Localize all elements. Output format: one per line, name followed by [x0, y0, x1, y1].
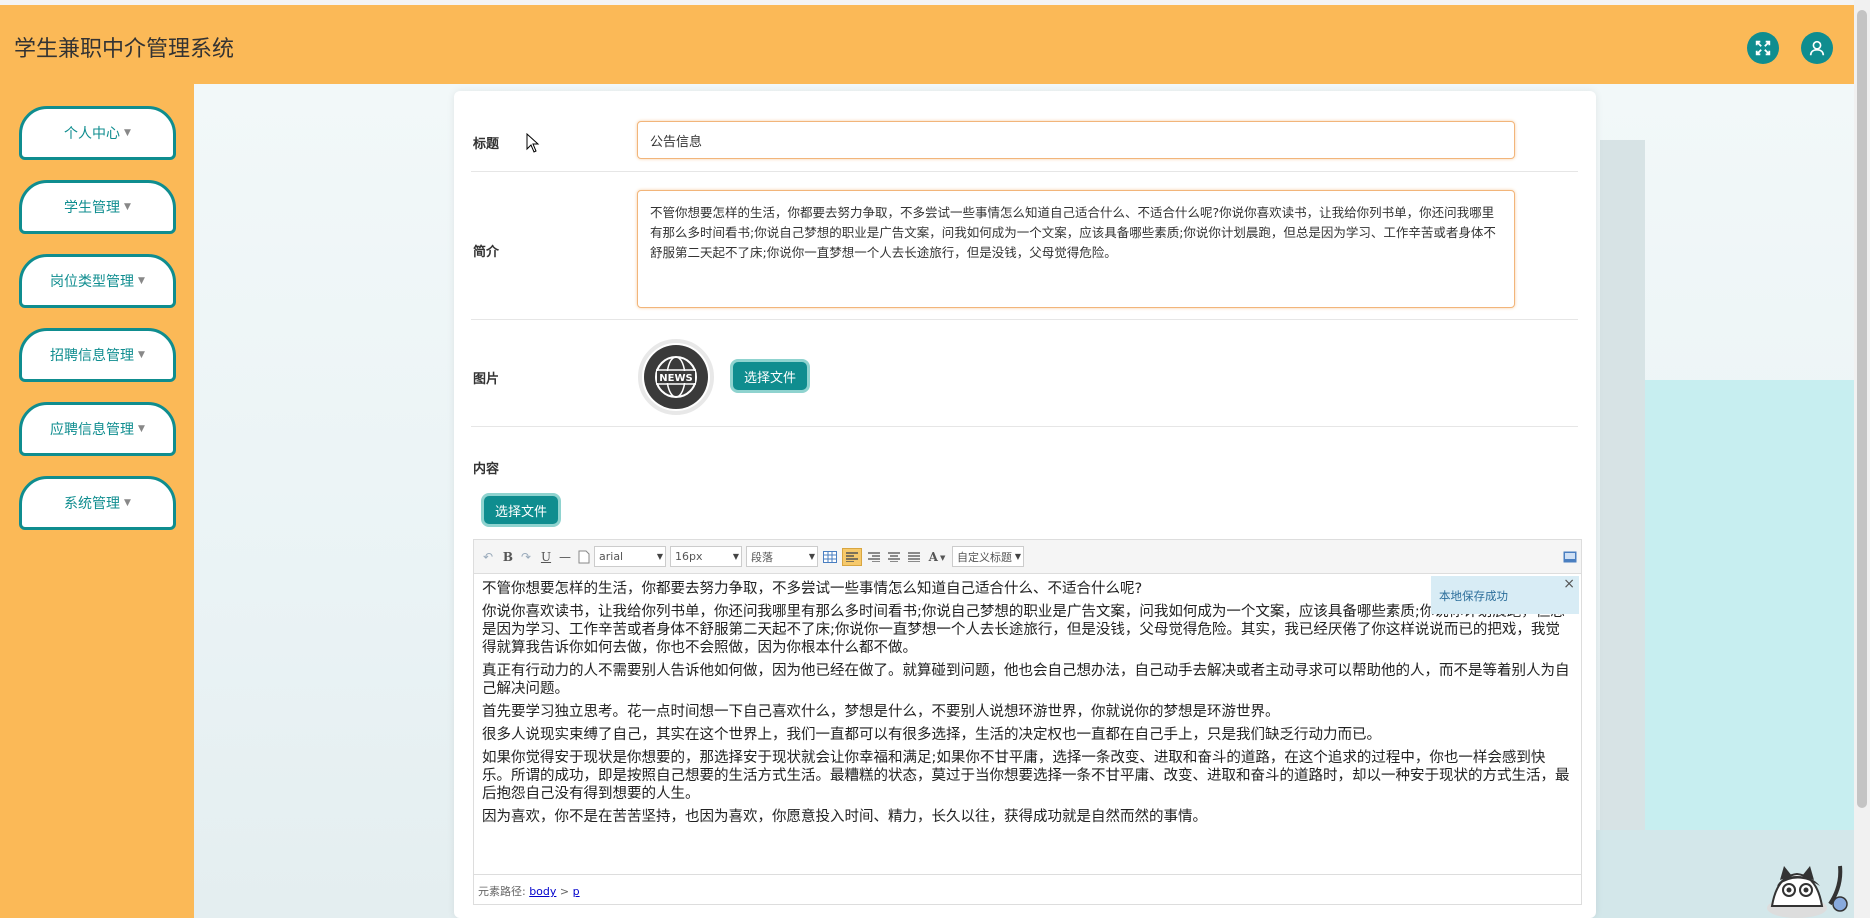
- image-preview: NEWS: [638, 339, 714, 415]
- caret-down-icon: ▼: [138, 350, 145, 360]
- sidebar-item-student-management[interactable]: 学生管理 ▼: [19, 180, 176, 234]
- font-family-select[interactable]: arial ▼: [594, 546, 666, 567]
- horizontal-rule-icon[interactable]: —: [556, 548, 574, 566]
- dropdown-arrow-icon: ▼: [808, 552, 815, 561]
- title-label: 标题: [473, 137, 500, 152]
- path-separator: >: [556, 885, 573, 898]
- redo-icon[interactable]: ↷: [518, 548, 534, 566]
- image-label: 图片: [473, 372, 500, 387]
- align-center-icon[interactable]: [886, 548, 902, 566]
- align-justify-icon[interactable]: [906, 548, 922, 566]
- editor-content[interactable]: 不管你想要怎样的生活，你都要去努力争取，不多尝试一些事情怎么知道自己适合什么、不…: [474, 574, 1581, 874]
- content-paragraph: 首先要学习独立思考。花一点时间想一下自己喜欢什么，梦想是什么，不要别人说想环游世…: [482, 704, 1280, 720]
- intro-textarea[interactable]: 不管你想要怎样的生活，你都要去努力争取，不多尝试一些事情怎么知道自己适合什么、不…: [637, 190, 1515, 308]
- path-body-link[interactable]: body: [529, 885, 556, 898]
- sidebar-item-job-type-management[interactable]: 岗位类型管理 ▼: [19, 254, 176, 308]
- divider: [471, 319, 1578, 320]
- caret-down-icon: ▼: [124, 498, 131, 508]
- new-document-icon[interactable]: [576, 548, 592, 566]
- sidebar-item-label: 应聘信息管理: [50, 422, 135, 438]
- sidebar-item-label: 岗位类型管理: [50, 274, 135, 290]
- content-paragraph: 不管你想要怎样的生活，你都要去努力争取，不多尝试一些事情怎么知道自己适合什么、不…: [482, 581, 1143, 597]
- path-label: 元素路径:: [478, 885, 530, 898]
- content-paragraph: 真正有行动力的人不需要别人告诉他如何做，因为他已经在做了。就算碰到问题，他也会自…: [482, 663, 1570, 697]
- choose-image-button[interactable]: 选择文件: [730, 359, 810, 393]
- custom-title-value: 自定义标题: [957, 550, 1012, 564]
- close-icon[interactable]: ×: [1563, 576, 1575, 592]
- path-p-link[interactable]: p: [573, 885, 580, 898]
- editor-toolbar: ↶ B ↷ U — arial ▼ 16px ▼ 段落 ▼ A ▼ 自定义标题 …: [474, 540, 1581, 574]
- fullscreen-editor-icon[interactable]: [1562, 548, 1578, 566]
- save-success-tip: 本地保存成功 ×: [1431, 576, 1579, 614]
- undo-icon[interactable]: ↶: [480, 548, 496, 566]
- custom-title-select[interactable]: 自定义标题 ▼: [952, 546, 1024, 567]
- dropdown-arrow-icon: ▼: [1014, 552, 1021, 561]
- content-paragraph: 你说你喜欢读书，让我给你列书单，你还问我哪里有那么多时间看书;你说自己梦想的职业…: [482, 604, 1565, 656]
- mouse-cursor-icon: [526, 133, 540, 153]
- sidebar: 个人中心 ▼ 学生管理 ▼ 岗位类型管理 ▼ 招聘信息管理 ▼ 应聘信息管理 ▼ 系统管理…: [0, 84, 194, 918]
- paragraph-value: 段落: [751, 550, 773, 564]
- sidebar-item-system-management[interactable]: 系统管理 ▼: [19, 476, 176, 530]
- caret-down-icon: ▼: [124, 128, 131, 138]
- content-choose-file-button[interactable]: 选择文件: [481, 493, 561, 527]
- bold-button[interactable]: B: [500, 548, 516, 566]
- news-globe-icon: NEWS: [644, 345, 708, 409]
- fullscreen-icon[interactable]: [1747, 32, 1779, 64]
- title-input[interactable]: [637, 121, 1515, 159]
- dropdown-arrow-icon: ▼: [656, 552, 663, 561]
- caret-down-icon: ▼: [138, 424, 145, 434]
- paragraph-select[interactable]: 段落 ▼: [746, 546, 818, 567]
- sidebar-item-label: 系统管理: [64, 496, 121, 512]
- content-paragraph: 很多人说现实束缚了自己，其实在这个世界上，我们一直都可以有很多选择，生活的决定权…: [482, 727, 1381, 743]
- intro-label: 简介: [473, 245, 500, 260]
- news-badge-text: NEWS: [659, 373, 692, 384]
- sidebar-item-label: 学生管理: [64, 200, 121, 216]
- top-header: 学生兼职中介管理系统: [0, 0, 1870, 84]
- content-label: 内容: [473, 462, 500, 477]
- caret-down-icon: ▼: [124, 202, 131, 212]
- font-size-value: 16px: [675, 550, 703, 563]
- sidebar-item-label: 个人中心: [64, 126, 121, 142]
- save-tip-text: 本地保存成功: [1439, 589, 1508, 603]
- user-icon[interactable]: [1801, 32, 1833, 64]
- scrollbar-thumb[interactable]: [1857, 10, 1867, 808]
- sidebar-item-personal-center[interactable]: 个人中心 ▼: [19, 106, 176, 160]
- align-left-icon[interactable]: [842, 548, 862, 566]
- divider: [471, 171, 1578, 172]
- font-size-select[interactable]: 16px ▼: [670, 546, 742, 567]
- align-right-icon[interactable]: [866, 548, 882, 566]
- dropdown-arrow-icon: ▼: [732, 552, 739, 561]
- cat-mascot-icon: [1767, 865, 1848, 918]
- sidebar-item-label: 招聘信息管理: [50, 348, 135, 364]
- app-title: 学生兼职中介管理系统: [14, 37, 235, 62]
- background-decoration: [1600, 140, 1645, 830]
- table-icon[interactable]: [822, 548, 838, 566]
- caret-down-icon: ▼: [138, 276, 145, 286]
- content-paragraph: 如果你觉得安于现状是你想要的，那选择安于现状就会让你幸福和满足;如果你不甘平庸，…: [482, 750, 1570, 802]
- page-scrollbar[interactable]: [1854, 0, 1870, 918]
- background-decoration: [1645, 380, 1855, 830]
- sidebar-item-application-management[interactable]: 应聘信息管理 ▼: [19, 402, 176, 456]
- font-family-value: arial: [599, 550, 624, 563]
- divider: [471, 426, 1578, 427]
- font-color-button[interactable]: A ▼: [926, 548, 948, 566]
- rich-text-editor: ↶ B ↷ U — arial ▼ 16px ▼ 段落 ▼ A ▼ 自定义标题 …: [473, 539, 1582, 905]
- edit-form-card: 标题 简介 不管你想要怎样的生活，你都要去努力争取，不多尝试一些事情怎么知道自己…: [454, 91, 1596, 918]
- element-path-bar: 元素路径: body > p: [474, 874, 1581, 904]
- sidebar-item-recruitment-management[interactable]: 招聘信息管理 ▼: [19, 328, 176, 382]
- content-paragraph: 因为喜欢，你不是在苦苦坚持，也因为喜欢，你愿意投入时间、精力，长久以往，获得成功…: [482, 809, 1207, 825]
- underline-button[interactable]: U: [538, 548, 554, 566]
